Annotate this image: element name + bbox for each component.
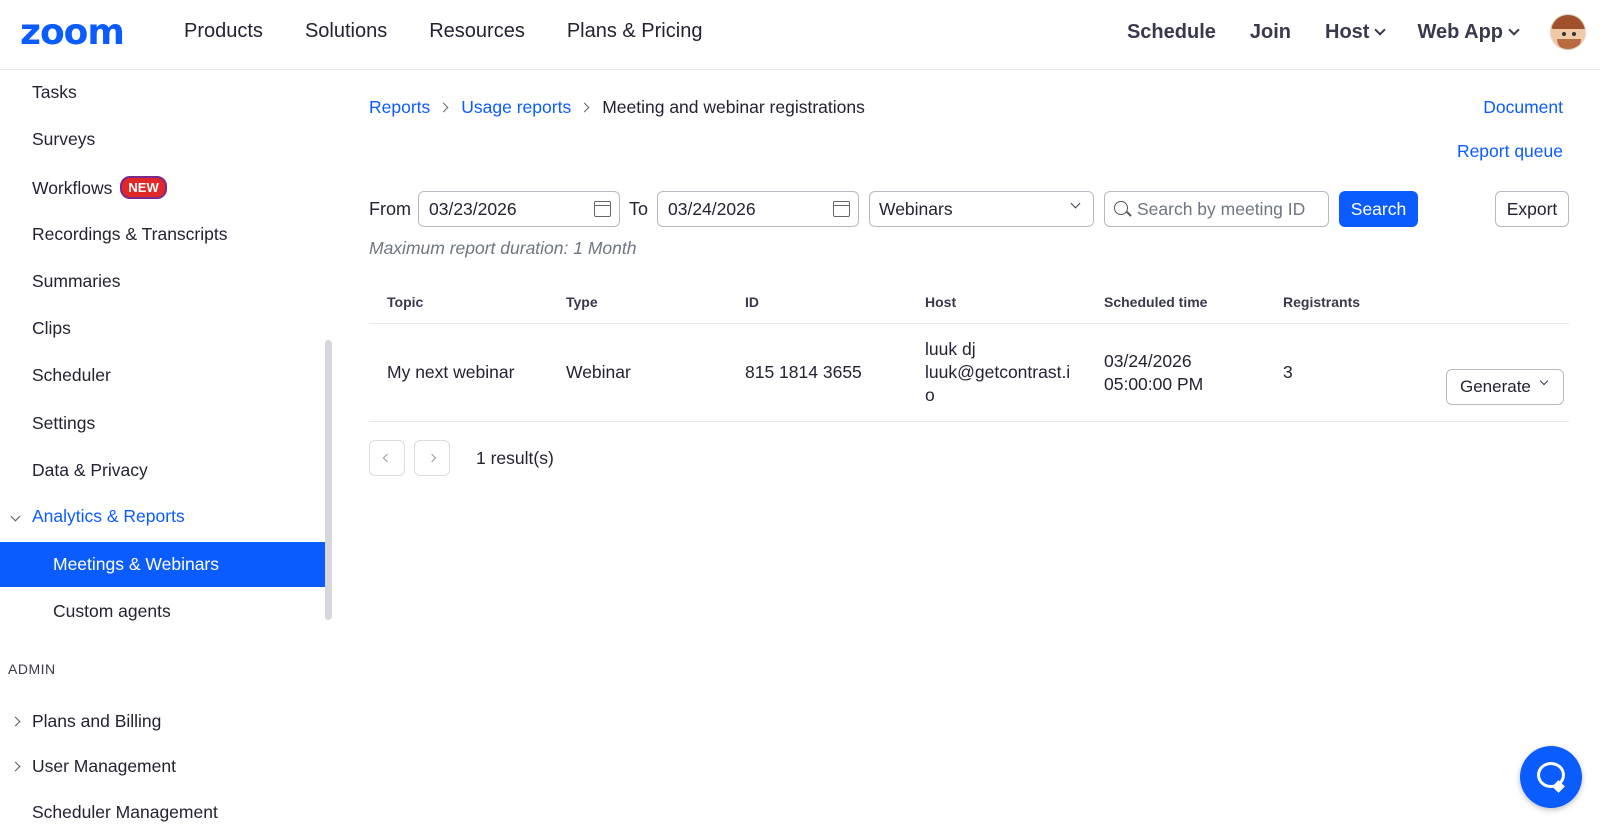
registrations-table: Topic Type ID Host Scheduled time Regist… (369, 282, 1569, 422)
nav-schedule[interactable]: Schedule (1127, 21, 1216, 44)
column-registrants[interactable]: Registrants (1283, 294, 1360, 310)
column-topic[interactable]: Topic (387, 294, 423, 310)
to-label: To (629, 199, 649, 219)
sidebar-scrollbar[interactable] (325, 340, 332, 620)
nav-host[interactable]: Host (1325, 21, 1387, 44)
generate-button[interactable]: Generate (1446, 369, 1564, 405)
from-date-field[interactable]: 03/23/2026 (418, 191, 620, 227)
sidebar-item-recordings[interactable]: Recordings & Transcripts (32, 224, 228, 245)
cell-scheduled-time: 03/24/2026 05:00:00 PM (1104, 350, 1203, 396)
breadcrumb-reports[interactable]: Reports (369, 97, 430, 118)
scheduled-time: 05:00:00 PM (1104, 374, 1204, 394)
chevron-down-icon (1070, 198, 1081, 209)
cell-host: luuk dj luuk@getcontrast.i o (925, 338, 1070, 407)
host-email: luuk@getcontrast.i (925, 362, 1071, 382)
document-link[interactable]: Document (1483, 97, 1563, 118)
search-button[interactable]: Search (1339, 191, 1418, 227)
meeting-type-select[interactable]: Webinars (869, 191, 1094, 227)
next-page-button[interactable] (414, 440, 450, 476)
secondary-nav: Schedule Join Host Web App (1127, 21, 1600, 44)
breadcrumb: Reports Usage reports Meeting and webina… (369, 97, 865, 118)
sidebar-item-analytics-reports[interactable]: Analytics & Reports (32, 506, 185, 527)
avatar[interactable] (1550, 14, 1586, 50)
table-row: My next webinar Webinar 815 1814 3655 lu… (369, 324, 1569, 422)
host-name: luuk dj (925, 339, 976, 359)
sidebar-item-workflows[interactable]: Workflows NEW (32, 176, 167, 199)
nav-plans-pricing[interactable]: Plans & Pricing (567, 20, 703, 43)
chevron-right-icon (579, 102, 590, 113)
sidebar-item-meetings-webinars[interactable]: Meetings & Webinars (0, 542, 326, 587)
chevron-right-icon (10, 761, 21, 772)
nav-web-app-label: Web App (1417, 21, 1503, 43)
chevron-left-icon (382, 453, 392, 463)
chevron-down-icon (1508, 24, 1520, 36)
primary-nav: Products Solutions Resources Plans & Pri… (184, 20, 744, 43)
cell-id: 815 1814 3655 (745, 362, 862, 382)
search-placeholder: Search by meeting ID (1137, 199, 1306, 219)
chat-button[interactable] (1520, 746, 1582, 808)
column-type[interactable]: Type (566, 294, 598, 310)
generate-label: Generate (1460, 377, 1531, 396)
main-content: Reports Usage reports Meeting and webina… (332, 70, 1600, 829)
host-email-wrap: o (925, 385, 935, 405)
cell-type: Webinar (566, 362, 631, 382)
sidebar-item-scheduler-management[interactable]: Scheduler Management (32, 802, 218, 823)
nav-join[interactable]: Join (1250, 21, 1291, 44)
from-label: From (369, 199, 411, 219)
breadcrumb-usage-reports[interactable]: Usage reports (461, 97, 571, 118)
nav-web-app[interactable]: Web App (1417, 21, 1520, 44)
sidebar-item-user-management[interactable]: User Management (32, 756, 176, 777)
sidebar: Tasks Surveys Workflows NEW Recordings & … (0, 70, 332, 829)
column-scheduled-time[interactable]: Scheduled time (1104, 294, 1207, 310)
scheduled-date: 03/24/2026 (1104, 351, 1192, 371)
search-icon (1114, 201, 1128, 215)
calendar-icon[interactable] (833, 201, 850, 217)
chevron-down-icon (1539, 376, 1549, 386)
calendar-icon[interactable] (594, 201, 611, 217)
sidebar-item-surveys[interactable]: Surveys (32, 129, 95, 150)
nav-resources[interactable]: Resources (429, 20, 525, 43)
sidebar-item-settings[interactable]: Settings (32, 413, 95, 434)
search-input[interactable]: Search by meeting ID (1104, 191, 1329, 227)
chevron-right-icon (10, 716, 21, 727)
nav-host-label: Host (1325, 21, 1370, 43)
to-date-value: 03/24/2026 (668, 199, 756, 219)
sidebar-item-data-privacy[interactable]: Data & Privacy (32, 460, 148, 481)
from-date-value: 03/23/2026 (429, 199, 517, 219)
breadcrumb-current: Meeting and webinar registrations (602, 97, 865, 117)
new-badge: NEW (120, 176, 167, 199)
cell-topic: My next webinar (387, 362, 515, 382)
result-count: 1 result(s) (476, 448, 554, 468)
sidebar-item-plans-billing[interactable]: Plans and Billing (32, 711, 161, 732)
cell-registrants: 3 (1283, 362, 1293, 382)
chevron-right-icon (427, 453, 437, 463)
sidebar-item-custom-agents[interactable]: Custom agents (53, 601, 171, 622)
report-queue-link[interactable]: Report queue (1457, 141, 1563, 162)
sidebar-item-clips[interactable]: Clips (32, 318, 71, 339)
top-navigation: zoom Products Solutions Resources Plans … (0, 0, 1600, 70)
column-id[interactable]: ID (745, 294, 759, 310)
chevron-right-icon (438, 102, 449, 113)
sidebar-item-label: Workflows (32, 178, 113, 198)
meeting-type-value: Webinars (879, 199, 953, 219)
to-date-field[interactable]: 03/24/2026 (657, 191, 859, 227)
chevron-down-icon (1374, 24, 1387, 36)
sidebar-item-scheduler[interactable]: Scheduler (32, 365, 111, 386)
filter-bar: From 03/23/2026 To 03/24/2026 Webinars S… (369, 191, 1569, 227)
admin-section-label: ADMIN (8, 661, 56, 677)
sidebar-item-tasks[interactable]: Tasks (32, 82, 77, 103)
sidebar-item-summaries[interactable]: Summaries (32, 271, 121, 292)
zoom-logo[interactable]: zoom (20, 15, 125, 51)
sidebar-item-label: Meetings & Webinars (53, 554, 220, 574)
column-host[interactable]: Host (925, 294, 956, 310)
chevron-down-icon (10, 511, 21, 522)
report-duration-note: Maximum report duration: 1 Month (369, 238, 637, 258)
export-button[interactable]: Export (1495, 191, 1569, 227)
prev-page-button[interactable] (369, 440, 405, 476)
table-header: Topic Type ID Host Scheduled time Regist… (369, 282, 1569, 324)
nav-solutions[interactable]: Solutions (305, 20, 387, 43)
nav-products[interactable]: Products (184, 20, 263, 43)
